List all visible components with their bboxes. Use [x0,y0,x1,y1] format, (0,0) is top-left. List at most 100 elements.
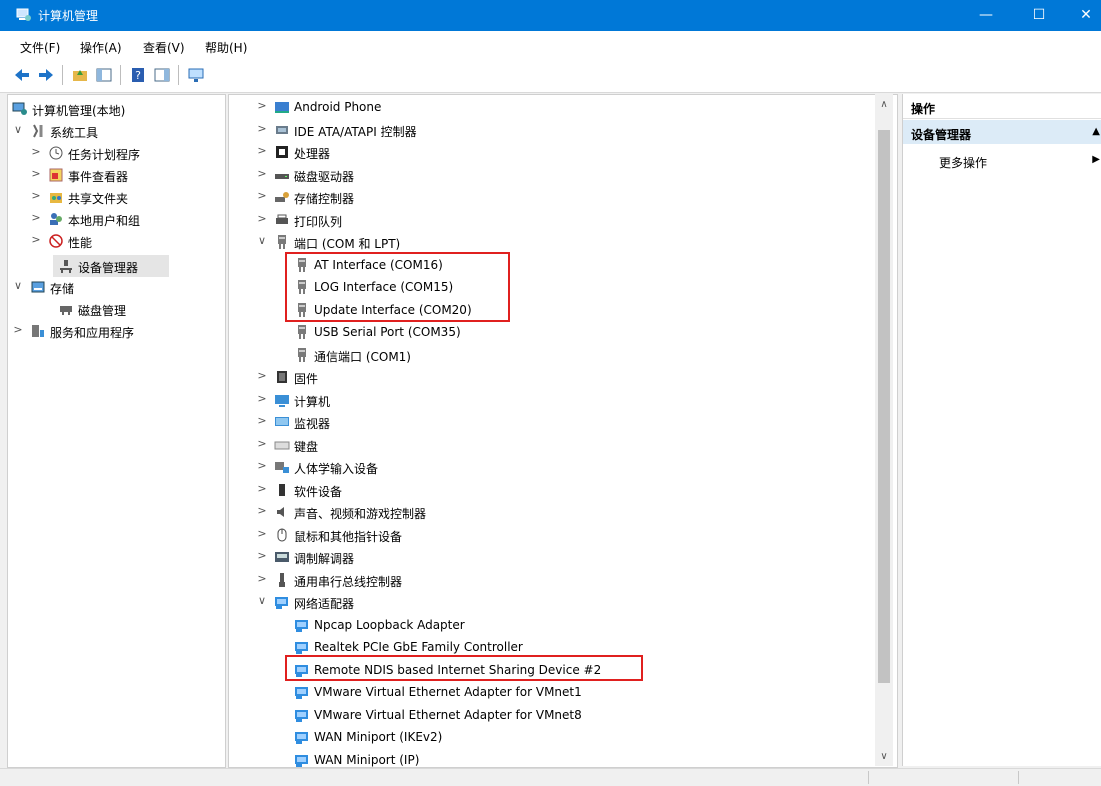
chevron-down-icon[interactable]: ∨ [12,123,24,137]
tree-item-device-manager[interactable]: 设备管理器 [8,255,223,277]
chevron-right-icon[interactable]: > [30,189,42,203]
chevron-down-icon[interactable]: ∨ [256,234,268,248]
device-tree-item[interactable]: > 声音、视频和游戏控制器 [229,501,874,523]
device-tree-item-vmware-virtual-ethernet-adapter-for-vmnet8[interactable]: VMware Virtual Ethernet Adapter for VMne… [229,704,874,726]
device-tree-item[interactable]: > 调制解调器 [229,546,874,568]
chevron-right-icon[interactable]: > [30,167,42,181]
chevron-right-icon[interactable]: > [256,459,268,473]
device-tree-item-ide-ata-atapi[interactable]: > IDE ATA/ATAPI 控制器 [229,119,874,141]
tree-item-system-tools[interactable]: ∨ 系统工具 [8,120,223,142]
network-adapter-icon [295,754,308,767]
maximize-button[interactable]: ☐ [1016,0,1062,31]
chevron-right-icon[interactable]: > [256,167,268,181]
chevron-right-icon[interactable]: > [256,527,268,541]
forward-arrow-icon[interactable] [36,65,56,85]
device-tree-item[interactable]: > 人体学输入设备 [229,456,874,478]
chevron-down-icon[interactable]: ∨ [256,594,268,608]
tree-item-computer-management[interactable]: 计算机管理(本地) [8,98,223,120]
chevron-down-icon[interactable]: ∨ [12,279,24,293]
device-tree-item[interactable]: > 鼠标和其他指针设备 [229,524,874,546]
tree-item-disk-management[interactable]: 磁盘管理 [8,298,223,320]
device-tree-item[interactable]: > 存储控制器 [229,186,874,208]
chevron-right-icon[interactable]: > [256,437,268,451]
chevron-right-icon[interactable]: > [30,211,42,225]
device-tree-item-wan-miniport-ikev2[interactable]: WAN Miniport (IKEv2) [229,726,874,748]
up-folder-icon[interactable] [70,65,90,85]
device-tree-item-wan-miniport-ip[interactable]: WAN Miniport (IP) [229,749,874,768]
tree-item-services-apps[interactable]: > 服务和应用程序 [8,320,223,342]
chevron-right-icon[interactable]: > [30,233,42,247]
show-hide-tree-icon[interactable] [94,65,114,85]
device-tree-label: 软件设备 [294,484,343,499]
minimize-button[interactable]: — [963,0,1009,31]
device-tree-item-usb-serial-port-com35[interactable]: USB Serial Port (COM35) [229,321,874,343]
chevron-right-icon[interactable]: > [256,572,268,586]
chevron-right-icon[interactable]: > [12,323,24,337]
actions-header: 操作 [903,94,1101,119]
tree-item-performance[interactable]: > 性能 [8,230,223,252]
device-tree-item-com-lpt[interactable]: ∨ 端口 (COM 和 LPT) [229,231,874,253]
device-tree-item[interactable]: > 固件 [229,366,874,388]
more-actions-link[interactable]: 更多操作 [939,154,987,171]
chevron-right-icon[interactable]: > [256,369,268,383]
device-tree-item[interactable]: > 键盘 [229,434,874,456]
chevron-right-icon[interactable]: > [256,549,268,563]
device-tree-item-npcap-loopback-adapter[interactable]: Npcap Loopback Adapter [229,614,874,636]
device-tree-item[interactable]: > 打印队列 [229,209,874,231]
menu-file[interactable]: 文件(F) [20,39,60,56]
device-tree-item[interactable]: > 通用串行总线控制器 [229,569,874,591]
tree-item-task-scheduler[interactable]: > 任务计划程序 [8,142,223,164]
device-tree-item[interactable]: > 处理器 [229,141,874,163]
device-tree-item[interactable]: ∨ 网络适配器 [229,591,874,613]
chevron-right-icon[interactable]: > [256,482,268,496]
show-hide-action-pane-icon[interactable] [152,65,172,85]
monitor-scan-icon[interactable] [186,65,206,85]
chevron-right-icon[interactable]: > [256,122,268,136]
chevron-right-icon[interactable]: > [256,212,268,226]
navigation-tree: 计算机管理(本地) ∨ 系统工具 > 任务计划程序 > 事件查看器 > 共享文件… [7,94,226,768]
close-button[interactable]: ✕ [1063,0,1101,31]
scroll-up-button[interactable]: ∧ [875,96,893,114]
device-tree-label: Realtek PCIe GbE Family Controller [314,640,523,654]
device-tree-item-realtek-pcie-gbe-family-controller[interactable]: Realtek PCIe GbE Family Controller [229,636,874,658]
chevron-right-icon[interactable]: > [256,414,268,428]
vertical-scrollbar[interactable]: ∧ ∨ [875,94,893,766]
tree-item-local-users[interactable]: > 本地用户和组 [8,208,223,230]
menu-action[interactable]: 操作(A) [80,39,122,56]
chevron-right-icon[interactable]: > [256,392,268,406]
submenu-arrow-icon[interactable]: ▶ [1092,154,1100,165]
tree-item-shared-folders[interactable]: > 共享文件夹 [8,186,223,208]
device-tree-item-at-interface-com16[interactable]: AT Interface (COM16) [229,254,874,276]
menu-help[interactable]: 帮助(H) [205,39,247,56]
chevron-right-icon[interactable]: > [256,504,268,518]
device-tree-item-com1[interactable]: 通信端口 (COM1) [229,344,874,366]
monitor-icon [275,417,289,426]
network-adapter-icon [295,664,308,677]
collapse-arrow-icon[interactable]: ▲ [1092,126,1100,137]
device-tree-item-android-phone[interactable]: > Android Phone [229,96,874,118]
status-separator [868,771,869,784]
device-tree-item-vmware-virtual-ethernet-adapter-for-vmnet1[interactable]: VMware Virtual Ethernet Adapter for VMne… [229,681,874,703]
device-tree-item-log-interface-com15[interactable]: LOG Interface (COM15) [229,276,874,298]
menu-view[interactable]: 查看(V) [143,39,185,56]
actions-section-device-manager[interactable]: 设备管理器 ▲ [903,120,1101,144]
tree-item-event-viewer[interactable]: > 事件查看器 [8,164,223,186]
scroll-thumb[interactable] [878,130,890,683]
device-tree-item-update-interface-com20[interactable]: Update Interface (COM20) [229,299,874,321]
network-adapter-icon [295,687,308,699]
device-tree-item[interactable]: > 软件设备 [229,479,874,501]
device-tree-item[interactable]: > 计算机 [229,389,874,411]
tree-item-storage[interactable]: ∨ 存储 [8,276,223,298]
scroll-down-button[interactable]: ∨ [875,748,893,766]
chevron-right-icon[interactable]: > [30,145,42,159]
chevron-right-icon[interactable]: > [256,189,268,203]
device-tree-label: VMware Virtual Ethernet Adapter for VMne… [314,685,582,699]
device-tree-item[interactable]: > 监视器 [229,411,874,433]
chevron-right-icon[interactable]: > [256,144,268,158]
help-icon[interactable]: ? [128,65,148,85]
back-arrow-icon[interactable] [12,65,32,85]
storage-icon [31,281,45,293]
device-tree-item[interactable]: > 磁盘驱动器 [229,164,874,186]
device-tree-item-remote-ndis-based-internet-sharing-device-2[interactable]: Remote NDIS based Internet Sharing Devic… [229,659,874,681]
chevron-right-icon[interactable]: > [256,99,268,113]
